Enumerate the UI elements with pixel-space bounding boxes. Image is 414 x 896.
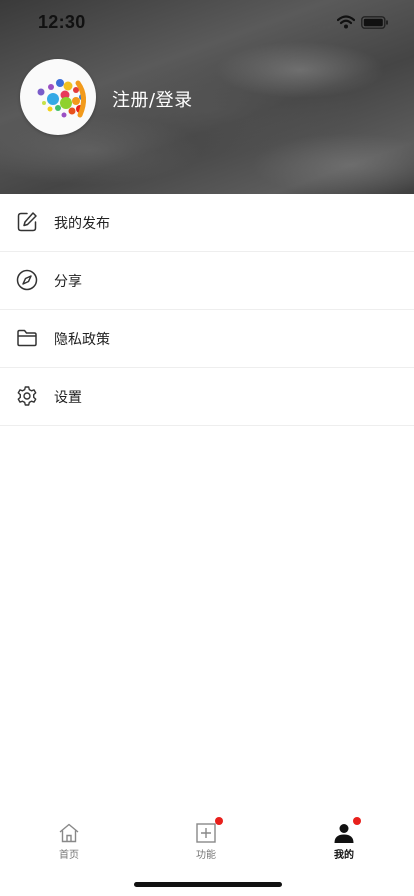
person-icon <box>334 824 354 843</box>
menu-item-my-posts[interactable]: 我的发布 <box>0 194 414 252</box>
menu-item-settings[interactable]: 设置 <box>0 368 414 426</box>
app-logo-icon <box>37 79 86 118</box>
tab-label: 功能 <box>196 850 216 861</box>
plus-square-icon <box>196 823 216 843</box>
tab-mine[interactable]: 我的 <box>304 817 384 861</box>
profile-header: 12:30 注册/登录 <box>0 0 414 194</box>
tab-home[interactable]: 首页 <box>29 822 109 861</box>
gear-icon <box>17 386 37 406</box>
menu-item-share[interactable]: 分享 <box>0 252 414 310</box>
menu-item-label: 设置 <box>54 390 82 406</box>
status-bar: 12:30 <box>0 0 414 46</box>
notification-badge <box>353 817 361 825</box>
menu-item-label: 隐私政策 <box>54 332 110 348</box>
tab-label: 我的 <box>334 850 354 861</box>
signal-icon <box>312 25 330 29</box>
home-indicator <box>134 882 282 887</box>
menu-item-privacy-policy[interactable]: 隐私政策 <box>0 310 414 368</box>
home-icon <box>59 823 79 843</box>
avatar[interactable] <box>20 59 96 135</box>
menu-item-label: 我的发布 <box>54 216 110 232</box>
compass-icon <box>16 269 38 291</box>
menu-item-label: 分享 <box>54 274 82 290</box>
folder-icon <box>17 329 37 347</box>
edit-icon <box>17 212 37 232</box>
tab-label: 首页 <box>59 850 79 861</box>
battery-icon <box>361 16 388 29</box>
menu-list: 我的发布 分享 隐私政策 设置 <box>0 194 414 426</box>
status-time: 12:30 <box>38 12 86 32</box>
login-register-link[interactable]: 注册/登录 <box>112 86 193 112</box>
tab-features[interactable]: 功能 <box>166 817 246 861</box>
wifi-icon <box>337 15 355 29</box>
notification-badge <box>215 817 223 825</box>
